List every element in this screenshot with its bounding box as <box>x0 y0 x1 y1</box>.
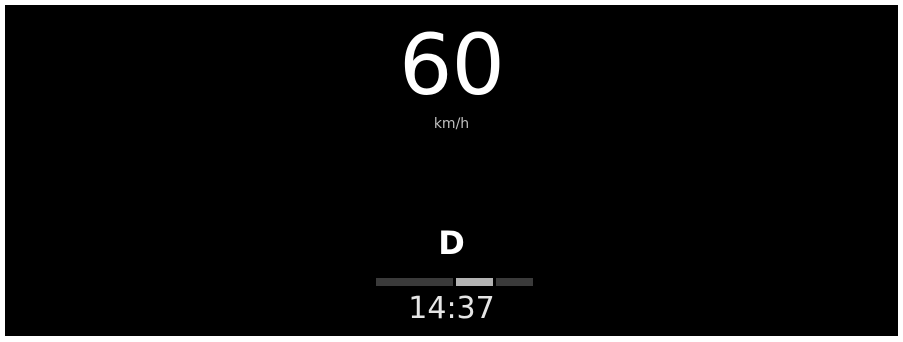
gear-label: D <box>438 224 465 262</box>
gear-indicator: D <box>5 227 898 259</box>
instrument-display: 60 km/h D 14:37 <box>5 5 898 336</box>
clock-time: 14:37 <box>408 291 495 326</box>
speed-value: 60 <box>399 16 505 114</box>
gear-position-bar <box>376 278 533 286</box>
gear-segment-active <box>456 278 493 286</box>
speed-unit: km/h <box>433 116 470 132</box>
gear-segment-right <box>496 278 533 286</box>
gear-segment-left <box>376 278 453 286</box>
speed-readout: 60 km/h <box>5 23 898 131</box>
